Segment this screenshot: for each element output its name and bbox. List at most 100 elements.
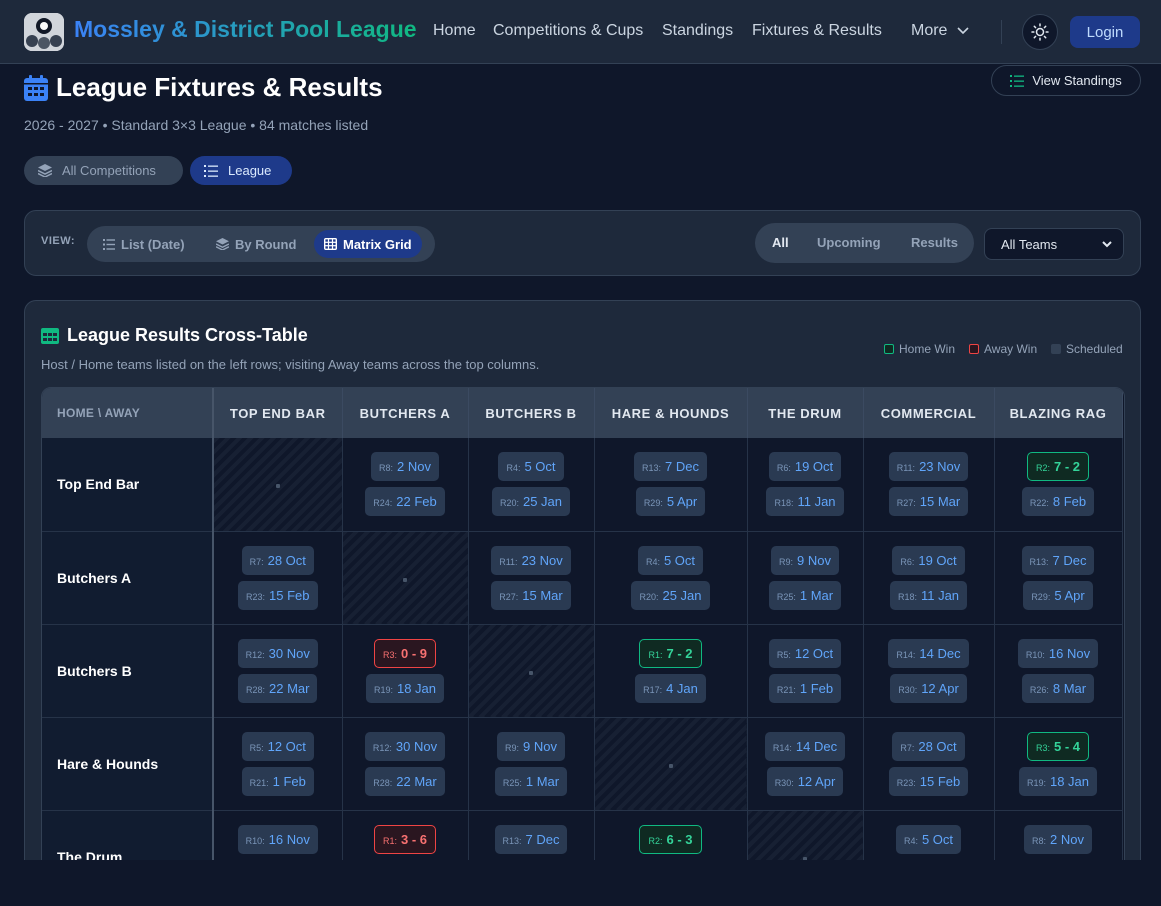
fixture-badge-scheduled[interactable]: R26:8 Mar	[1021, 673, 1095, 703]
fixture-badge-scheduled[interactable]: R13: 7 Dec	[494, 824, 568, 854]
fixture-badge-scheduled[interactable]: R28: 22 Mar	[365, 766, 445, 796]
result-badge-away-win[interactable]: R3: 0 - 9	[373, 638, 437, 668]
fixture-badge-scheduled[interactable]: R6: 19 Oct	[892, 545, 965, 575]
fixture-badge-scheduled[interactable]: R12: 30 Nov	[237, 638, 318, 668]
fixture-date: 18 Jan	[1049, 773, 1090, 789]
view-matrix-grid-label: Matrix Grid	[343, 236, 412, 252]
fixture-badge-scheduled[interactable]: R14: 14 Dec	[888, 638, 969, 668]
filter-upcoming-button[interactable]: Upcoming	[817, 235, 881, 250]
fixture-badge-scheduled[interactable]: R13: 7 Dec	[1021, 545, 1095, 575]
fixture-badge-scheduled[interactable]: R10: 16 Nov	[237, 824, 318, 854]
fixture-badge-scheduled[interactable]: R6: 19 Oct	[768, 452, 842, 482]
nav-more-dropdown[interactable]: More	[911, 22, 970, 40]
filter-results-button[interactable]: Results	[911, 235, 958, 250]
fixture-badge-scheduled[interactable]: R17:4 Jan	[369, 859, 441, 860]
fixture-badge-scheduled[interactable]: R30: 12 Apr	[766, 766, 844, 796]
fixture-badge-scheduled[interactable]: R27: 15 Mar	[491, 580, 571, 610]
fixture-badge-scheduled[interactable]: R5: 12 Oct	[768, 638, 842, 668]
fixture-list: R13:7 Dec R29:5 Apr	[469, 823, 594, 860]
view-standings-button[interactable]: View Standings	[991, 65, 1141, 96]
fixture-date: 28 Oct	[267, 552, 306, 568]
league-logo-image[interactable]	[24, 13, 64, 51]
self-match-cell	[213, 438, 343, 532]
fixture-badge-scheduled[interactable]: R4: 5 Oct	[895, 824, 962, 854]
fixture-badge-scheduled[interactable]: R30: 12 Apr	[890, 673, 967, 703]
result-badge-away-win[interactable]: R1: 3 - 6	[373, 824, 437, 854]
fixture-badge-scheduled[interactable]: R18: 11 Jan	[889, 580, 968, 610]
row-header-home-team[interactable]: Top End Bar	[42, 438, 214, 532]
view-matrix-grid-button[interactable]: Matrix Grid	[314, 230, 422, 258]
login-button[interactable]: Login	[1070, 16, 1140, 48]
nav-standings[interactable]: Standings	[662, 22, 733, 40]
nav-fixtures[interactable]: Fixtures & Results	[752, 22, 882, 40]
fixture-badge-scheduled[interactable]: R4: 5 Oct	[498, 452, 564, 482]
fixture-date: 22 Mar	[269, 680, 310, 696]
pill-all-competitions[interactable]: All Competitions	[24, 156, 183, 185]
theme-toggle-button[interactable]	[1022, 14, 1058, 50]
fixture-date: 30 Nov	[268, 645, 310, 661]
fixture-date: 12 Oct	[794, 645, 834, 661]
fixture-badge-scheduled[interactable]: R8: 2 Nov	[371, 452, 439, 482]
fixture-badge-scheduled[interactable]: R4: 5 Oct	[637, 545, 704, 575]
fixture-badge-scheduled[interactable]: R25: 1 Mar	[768, 580, 842, 610]
fixture-badge-scheduled[interactable]: R29:5 Apr	[635, 487, 706, 517]
fixture-badge-scheduled[interactable]: R29:5 Apr	[496, 859, 566, 860]
result-badge-home-win[interactable]: R3: 5 - 4	[1026, 731, 1090, 761]
nav-home[interactable]: Home	[433, 22, 476, 40]
fixture-badge-scheduled[interactable]: R19: 18 Jan	[1018, 766, 1098, 796]
fixture-badge-scheduled[interactable]: R20:25 Jan	[491, 487, 571, 517]
fixture-badge-scheduled[interactable]: R10: 16 Nov	[1017, 638, 1099, 668]
fixture-badge-scheduled[interactable]: R22:8 Feb	[634, 859, 707, 860]
view-list-date-button[interactable]: List (Date)	[93, 230, 195, 258]
row-header-home-team[interactable]: Butchers B	[42, 624, 214, 718]
round-label: R7:	[249, 556, 264, 567]
fixture-badge-scheduled[interactable]: R29:5 Apr	[1023, 580, 1093, 610]
fixture-badge-scheduled[interactable]: R23: 15 Feb	[238, 580, 318, 610]
fixture-badge-scheduled[interactable]: R17:4 Jan	[635, 673, 706, 703]
fixture-badge-scheduled[interactable]: R20:25 Jan	[631, 580, 710, 610]
fixture-badge-scheduled[interactable]: R23: 15 Feb	[888, 766, 969, 796]
fixture-list: R2: 7 - 2 R22: 8 Feb	[995, 450, 1122, 518]
fixture-badge-scheduled[interactable]: R8: 2 Nov	[1024, 824, 1092, 854]
fixture-badge-scheduled[interactable]: R5: 12 Oct	[241, 731, 314, 761]
fixture-badge-scheduled[interactable]: R21: 1 Feb	[768, 673, 842, 703]
fixture-badge-scheduled[interactable]: R21: 1 Feb	[241, 766, 314, 796]
fixture-badge-scheduled[interactable]: R22:8 Feb	[1021, 487, 1095, 517]
result-badge-home-win[interactable]: R2: 6 - 3	[639, 824, 702, 854]
fixture-badge-scheduled[interactable]: R27: 15 Mar	[888, 487, 969, 517]
fixture-badge-scheduled[interactable]: R24:22 Feb	[1018, 859, 1098, 860]
filter-all-button[interactable]: All	[772, 235, 789, 250]
fixture-badge-scheduled[interactable]: R7: 28 Oct	[241, 545, 314, 575]
fixture-badge-scheduled[interactable]: R18: 11 Jan	[766, 487, 844, 517]
fixture-badge-scheduled[interactable]: R14: 14 Dec	[764, 731, 846, 761]
fixture-list: R6: 19 Oct R18: 11 Jan	[748, 450, 863, 518]
result-badge-home-win[interactable]: R2: 7 - 2	[1026, 452, 1090, 482]
fixture-badge-scheduled[interactable]: R9: 9 Nov	[771, 545, 839, 575]
cross-table-wrapper[interactable]: HOME \ AWAY TOP END BAR BUTCHERS A BUTCHER…	[41, 387, 1125, 860]
fixture-badge-scheduled[interactable]: R12: 30 Nov	[364, 731, 446, 761]
fixture-badge-scheduled[interactable]: R13: 7 Dec	[634, 452, 707, 482]
fixture-list: R11: 23 Nov R27: 15 Mar	[864, 450, 994, 518]
brand-title[interactable]: Mossley & District Pool League	[74, 16, 417, 43]
fixture-badge-scheduled[interactable]: R28: 22 Mar	[238, 673, 318, 703]
fixture-badge-scheduled[interactable]: R25: 1 Mar	[494, 766, 568, 796]
match-score: 0 - 9	[401, 645, 428, 661]
row-header-home-team[interactable]: The Drum	[42, 810, 214, 860]
fixture-date: 7 Dec	[665, 459, 699, 475]
row-header-home-team[interactable]: Hare & Hounds	[42, 717, 214, 811]
fixture-badge-scheduled[interactable]: R24:22 Feb	[365, 487, 445, 517]
fixture-badge-scheduled[interactable]: R11: 23 Nov	[888, 452, 969, 482]
fixture-badge-scheduled[interactable]: R7: 28 Oct	[892, 731, 965, 761]
pill-league[interactable]: League	[190, 156, 292, 185]
round-label: R1:	[382, 835, 397, 846]
team-select[interactable]: All Teams	[984, 228, 1124, 260]
fixture-badge-scheduled[interactable]: R9: 9 Nov	[497, 731, 565, 761]
fixture-badge-scheduled[interactable]: R26:8 Mar	[241, 859, 314, 860]
result-badge-home-win[interactable]: R1: 7 - 2	[639, 638, 702, 668]
fixture-badge-scheduled[interactable]: R11: 23 Nov	[491, 545, 571, 575]
nav-competitions[interactable]: Competitions & Cups	[493, 22, 643, 40]
fixture-badge-scheduled[interactable]: R19: 18 Jan	[365, 673, 445, 703]
view-by-round-button[interactable]: By Round	[206, 230, 306, 258]
fixture-badge-scheduled[interactable]: R20:25 Jan	[889, 859, 968, 860]
row-header-home-team[interactable]: Butchers A	[42, 531, 214, 625]
